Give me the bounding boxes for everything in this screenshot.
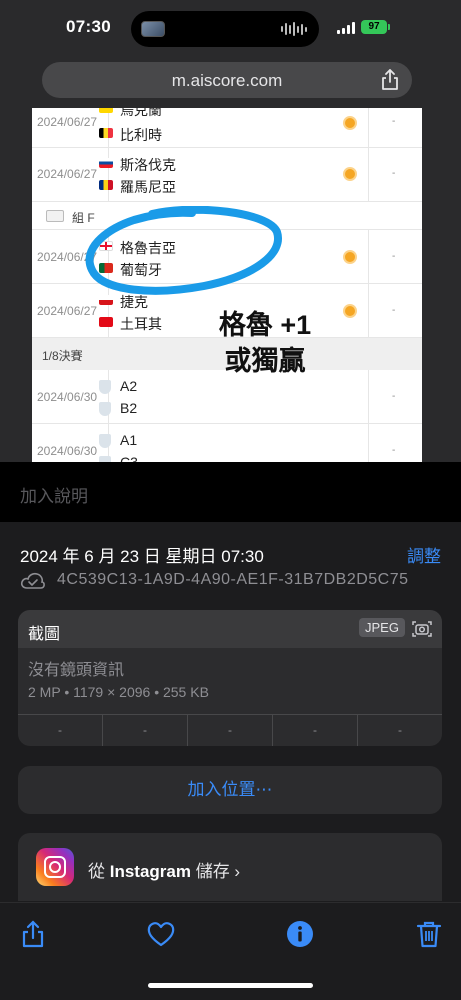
exif-focal: -	[103, 715, 188, 746]
instagram-source-label: 從 Instagram 儲存 ›	[88, 862, 241, 881]
icloud-check-icon	[20, 572, 45, 589]
metadata-header: 截圖 JPEG	[18, 610, 442, 648]
status-time: 07:30	[66, 17, 111, 36]
exif-aperture: -	[273, 715, 358, 746]
turkey-flag-icon	[99, 317, 113, 327]
exif-ev: -	[188, 715, 273, 746]
odds-icon	[343, 167, 357, 181]
note-line-1: 格魯 +1	[218, 310, 312, 340]
format-badge: JPEG	[359, 618, 405, 637]
romania-flag-icon	[99, 180, 113, 190]
match-date: 2024/06/30	[37, 390, 98, 404]
adjust-button[interactable]: 調整	[407, 542, 441, 567]
home-indicator[interactable]	[148, 983, 313, 988]
metadata-title: 截圖	[28, 626, 61, 643]
handwritten-note: 格魯 +1 或獨贏	[205, 307, 325, 379]
lens-info: 沒有鏡頭資訊	[28, 662, 125, 679]
away-team: C3	[99, 454, 138, 462]
match-date: 2024/06/30	[37, 444, 98, 458]
match-result: -	[392, 251, 396, 262]
handdrawn-circle-annotation	[85, 206, 282, 295]
share-icon[interactable]	[18, 919, 48, 949]
placeholder-shield-icon	[99, 402, 111, 416]
instagram-source-row[interactable]: 從 Instagram 儲存 ›	[18, 833, 442, 901]
delete-trash-icon[interactable]	[414, 919, 444, 949]
status-bar: 07:30 97	[0, 0, 461, 58]
belgium-flag-icon	[99, 128, 113, 138]
match-result: -	[392, 116, 396, 127]
home-team: 烏克蘭	[99, 108, 162, 120]
match-result: -	[392, 391, 396, 402]
dynamic-island[interactable]	[131, 11, 319, 47]
match-result: -	[392, 305, 396, 316]
odds-icon	[343, 116, 357, 130]
exif-iso: -	[18, 715, 103, 746]
match-row: 2024/06/27 斯洛伐克 羅馬尼亞 -	[32, 148, 422, 202]
away-team: 土耳其	[99, 314, 162, 334]
info-panel: 2024 年 6 月 23 日 星期日 07:30 調整 4C539C13-1A…	[0, 522, 461, 902]
match-row: 2024/06/27 烏克蘭 比利時 -	[32, 108, 422, 148]
home-team: 斯洛伐克	[99, 155, 176, 175]
away-team: 比利時	[99, 125, 162, 145]
match-date: 2024/06/27	[37, 115, 98, 129]
asset-identifier: 4C539C13-1A9D-4A90-AE1F-31B7DB2D5C75	[57, 571, 409, 588]
audio-waveform-icon	[281, 22, 307, 36]
instagram-app-icon	[36, 848, 74, 886]
info-icon[interactable]	[285, 919, 315, 949]
url-text: m.aiscore.com	[171, 71, 283, 90]
now-playing-thumbnail-icon	[141, 21, 165, 37]
screenshot-camera-icon	[412, 621, 432, 637]
match-row: 2024/06/30 A1 C3 -	[32, 424, 422, 462]
group-icon	[46, 210, 64, 222]
odds-icon	[343, 304, 357, 318]
share-icon[interactable]	[380, 69, 400, 91]
exif-shutter: -	[398, 723, 402, 737]
slovakia-flag-icon	[99, 158, 113, 168]
away-team: B2	[99, 400, 137, 416]
image-specs: 2 MP • 1179 × 2096 • 255 KB	[28, 684, 209, 700]
add-location-button[interactable]: 加入位置⋯	[18, 766, 442, 814]
caption-placeholder: 加入說明	[20, 487, 88, 506]
odds-icon	[343, 250, 357, 264]
match-result: -	[392, 168, 396, 179]
home-team: A1	[99, 432, 137, 448]
exif-row: - - - - -	[18, 715, 442, 746]
home-team: A2	[99, 378, 137, 394]
match-date: 2024/06/27	[37, 167, 98, 181]
placeholder-shield-icon	[99, 434, 111, 448]
placeholder-shield-icon	[99, 380, 111, 394]
away-team: 羅馬尼亞	[99, 177, 176, 197]
cellular-signal-icon	[337, 22, 355, 34]
metadata-card: 截圖 JPEG 沒有鏡頭資訊 2 MP • 1179 × 2096 • 255 …	[18, 610, 442, 746]
round-label: 1/8決賽	[42, 349, 83, 363]
ukraine-flag-icon	[99, 108, 113, 113]
browser-url-area: m.aiscore.com	[0, 58, 461, 102]
photo-datetime: 2024 年 6 月 23 日 星期日 07:30	[20, 547, 264, 566]
favorite-heart-icon[interactable]	[146, 919, 176, 949]
match-date: 2024/06/27	[37, 304, 98, 318]
match-result: -	[392, 445, 396, 456]
caption-field[interactable]: 加入說明	[0, 462, 461, 522]
note-line-2: 或獨贏	[224, 346, 306, 376]
battery-icon: 97	[361, 20, 390, 34]
url-bar[interactable]: m.aiscore.com	[42, 62, 412, 98]
